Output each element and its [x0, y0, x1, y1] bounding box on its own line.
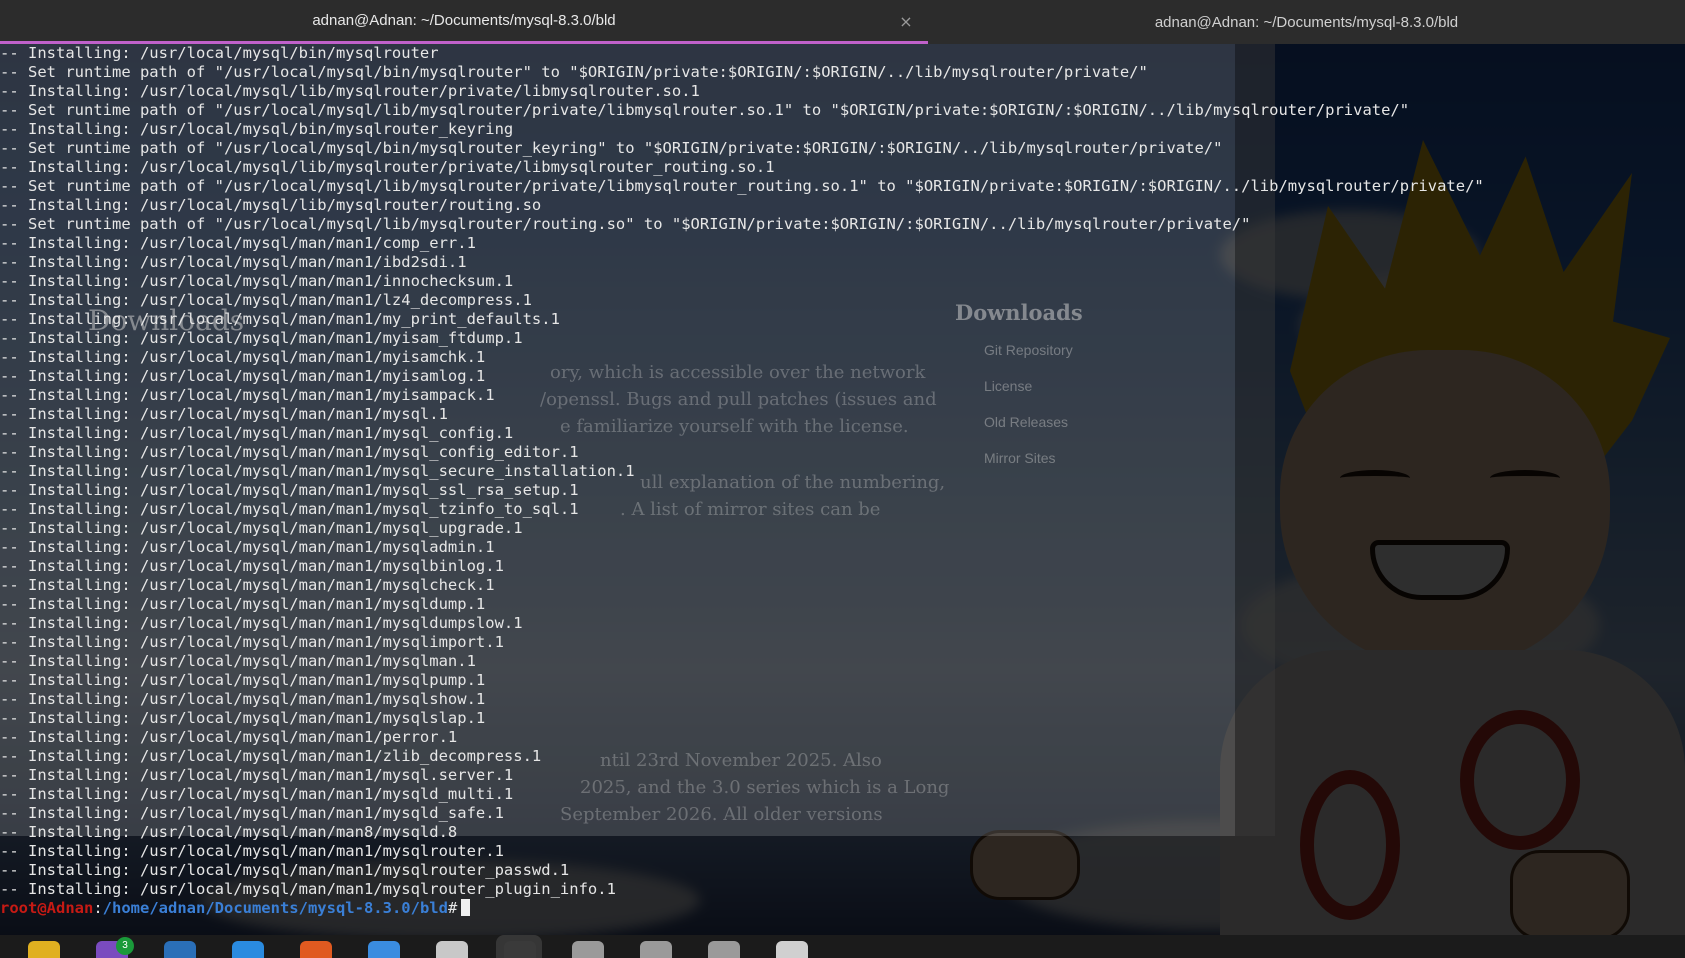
- terminal-tab-2[interactable]: adnan@Adnan: ~/Documents/mysql-8.3.0/bld: [928, 0, 1685, 44]
- terminal-output-line: -- Installing: /usr/local/mysql/man/man1…: [0, 747, 542, 765]
- dock-item[interactable]: [632, 935, 678, 958]
- terminal-output-line: -- Installing: /usr/local/mysql/man/man1…: [0, 709, 486, 727]
- terminal-output-line: -- Installing: /usr/local/mysql/man/man1…: [0, 291, 532, 309]
- dock-item[interactable]: [20, 935, 66, 958]
- terminal-output-line: -- Installing: /usr/local/mysql/man/man1…: [0, 576, 495, 594]
- terminal-output-line: -- Set runtime path of "/usr/local/mysql…: [0, 177, 1484, 195]
- terminal-output-line: -- Installing: /usr/local/mysql/lib/mysq…: [0, 158, 775, 176]
- terminal-output-line: -- Installing: /usr/local/mysql/man/man1…: [0, 253, 467, 271]
- dock-item[interactable]: [564, 935, 610, 958]
- terminal-output-line: -- Installing: /usr/local/mysql/man/man1…: [0, 405, 448, 423]
- terminal-output-line: -- Installing: /usr/local/mysql/man/man1…: [0, 234, 476, 252]
- terminal-output-line: -- Installing: /usr/local/mysql/man/man1…: [0, 880, 616, 898]
- terminal-output-line: -- Installing: /usr/local/mysql/man/man1…: [0, 595, 486, 613]
- close-icon[interactable]: ×: [896, 12, 916, 32]
- terminal-output-line: -- Installing: /usr/local/mysql/man/man1…: [0, 861, 570, 879]
- tab-title: adnan@Adnan: ~/Documents/mysql-8.3.0/bld: [1154, 13, 1459, 31]
- dock-item[interactable]: [700, 935, 746, 958]
- window-icon: [708, 941, 740, 958]
- terminal-output-line: -- Installing: /usr/local/mysql/man/man1…: [0, 633, 504, 651]
- window-icon: [572, 941, 604, 958]
- prompt-separator: :: [93, 899, 103, 917]
- terminal-prompt[interactable]: root@Adnan:/home/adnan/Documents/mysql-8…: [0, 899, 1685, 918]
- terminal-output-line: -- Installing: /usr/local/mysql/man/man1…: [0, 519, 523, 537]
- terminal-output-line: -- Installing: /usr/local/mysql/man/man1…: [0, 500, 579, 518]
- dock-item[interactable]: [292, 935, 338, 958]
- notification-badge: 3: [116, 937, 134, 955]
- dock-item[interactable]: [768, 935, 814, 958]
- prompt-user-host: root@Adnan: [0, 899, 94, 917]
- terminal-output-line: -- Installing: /usr/local/mysql/man/man1…: [0, 424, 514, 442]
- taskbar-dock: 3: [0, 935, 1685, 958]
- terminal-output-line: -- Installing: /usr/local/mysql/lib/mysq…: [0, 82, 700, 100]
- software-center-icon: [300, 941, 332, 958]
- prompt-path: /home/adnan/Documents/mysql-8.3.0/bld: [102, 899, 448, 917]
- terminal-output-line: -- Installing: /usr/local/mysql/man/man1…: [0, 842, 504, 860]
- terminal-titlebar: adnan@Adnan: ~/Documents/mysql-8.3.0/bld…: [0, 0, 1685, 44]
- dock-item[interactable]: [224, 935, 270, 958]
- terminal-output-line: -- Installing: /usr/local/mysql/man/man1…: [0, 462, 635, 480]
- terminal-output-line: -- Installing: /usr/local/mysql/man/man1…: [0, 386, 495, 404]
- thunderbird-icon: [232, 941, 264, 958]
- terminal-output-line: -- Installing: /usr/local/mysql/man/man1…: [0, 557, 504, 575]
- files-icon: [28, 941, 60, 958]
- terminal-cursor: [461, 899, 471, 916]
- terminal-output-line: -- Installing: /usr/local/mysql/lib/mysq…: [0, 196, 542, 214]
- terminal-output-line: -- Installing: /usr/local/mysql/man/man1…: [0, 728, 458, 746]
- chrome-icon: [368, 941, 400, 958]
- terminal-output-line: -- Installing: /usr/local/mysql/bin/mysq…: [0, 120, 514, 138]
- terminal-output-line: -- Installing: /usr/local/mysql/man/man1…: [0, 690, 486, 708]
- terminal-output-line: -- Installing: /usr/local/mysql/bin/mysq…: [0, 44, 439, 62]
- terminal-output-line: -- Set runtime path of "/usr/local/mysql…: [0, 63, 1148, 81]
- dock-item[interactable]: [496, 935, 542, 958]
- terminal-output-line: -- Set runtime path of "/usr/local/mysql…: [0, 215, 1251, 233]
- terminal-output-line: -- Installing: /usr/local/mysql/man/man1…: [0, 481, 579, 499]
- prompt-symbol: #: [447, 899, 458, 917]
- terminal-output-line: -- Installing: /usr/local/mysql/man/man1…: [0, 785, 514, 803]
- terminal-output-line: -- Installing: /usr/local/mysql/man/man1…: [0, 671, 486, 689]
- terminal-output-line: -- Installing: /usr/local/mysql/man/man1…: [0, 538, 495, 556]
- terminal-output-line: -- Installing: /usr/local/mysql/man/man8…: [0, 823, 458, 841]
- terminal-output-line: -- Installing: /usr/local/mysql/man/man1…: [0, 329, 523, 347]
- dock-item[interactable]: [360, 935, 406, 958]
- dock-item[interactable]: 3: [88, 935, 134, 958]
- tab-title: adnan@Adnan: ~/Documents/mysql-8.3.0/bld: [312, 12, 616, 29]
- terminal-output-line: -- Installing: /usr/local/mysql/man/man1…: [0, 652, 476, 670]
- terminal-icon: [504, 941, 536, 958]
- terminal-tab-1[interactable]: adnan@Adnan: ~/Documents/mysql-8.3.0/bld…: [0, 0, 928, 44]
- settings-icon: [436, 941, 468, 958]
- terminal-output[interactable]: -- Installing: /usr/local/mysql/bin/mysq…: [0, 44, 1685, 918]
- terminal-output-line: -- Installing: /usr/local/mysql/man/man1…: [0, 272, 514, 290]
- printer-icon: [776, 941, 808, 958]
- terminal-output-line: -- Installing: /usr/local/mysql/man/man1…: [0, 310, 560, 328]
- terminal-output-line: -- Installing: /usr/local/mysql/man/man1…: [0, 804, 504, 822]
- editor-icon: [164, 941, 196, 958]
- dock-item[interactable]: [156, 935, 202, 958]
- window-icon: [640, 941, 672, 958]
- terminal-output-line: -- Installing: /usr/local/mysql/man/man1…: [0, 367, 486, 385]
- dock-item[interactable]: [428, 935, 474, 958]
- terminal-output-line: -- Installing: /usr/local/mysql/man/man1…: [0, 443, 579, 461]
- terminal-output-line: -- Installing: /usr/local/mysql/man/man1…: [0, 348, 486, 366]
- terminal-output-line: -- Set runtime path of "/usr/local/mysql…: [0, 101, 1410, 119]
- terminal-output-line: -- Installing: /usr/local/mysql/man/man1…: [0, 614, 523, 632]
- terminal-output-line: -- Installing: /usr/local/mysql/man/man1…: [0, 766, 514, 784]
- terminal-window[interactable]: adnan@Adnan: ~/Documents/mysql-8.3.0/bld…: [0, 0, 1685, 935]
- terminal-output-line: -- Set runtime path of "/usr/local/mysql…: [0, 139, 1223, 157]
